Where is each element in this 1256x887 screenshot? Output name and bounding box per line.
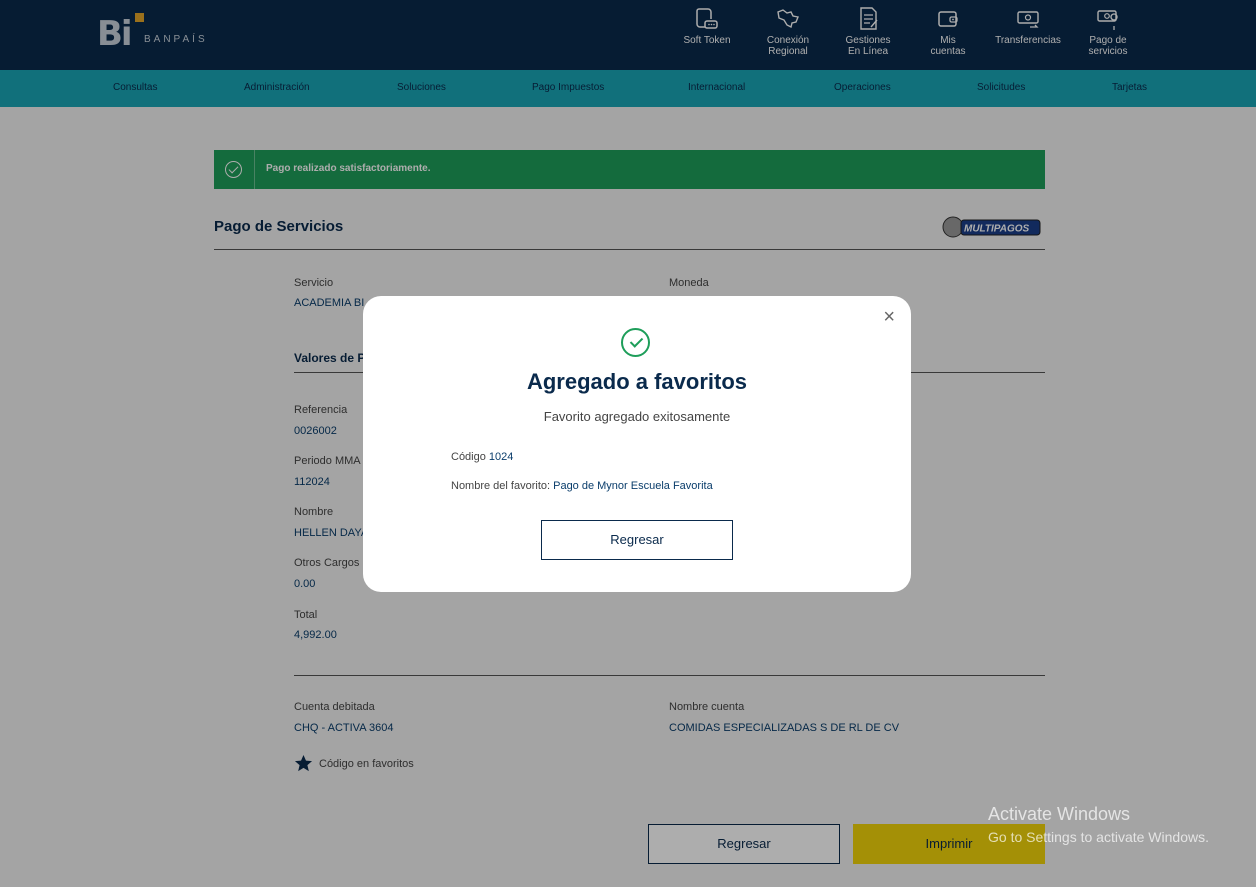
windows-activation-text: Go to Settings to activate Windows. [988, 829, 1209, 845]
codigo-row: Código 1024 [451, 451, 513, 463]
modal-back-button[interactable]: Regresar [541, 520, 733, 560]
nombre-favorito-label: Nombre del favorito: [451, 480, 551, 492]
check-circle-icon [621, 328, 650, 357]
codigo-value: 1024 [488, 451, 514, 463]
nombre-favorito-row: Nombre del favorito: Pago de Mynor Escue… [451, 480, 713, 492]
codigo-label: Código [451, 451, 486, 463]
modal-subtitle: Favorito agregado exitosamente [543, 409, 731, 424]
close-icon[interactable]: × [883, 306, 895, 329]
windows-activation-title: Activate Windows [988, 804, 1131, 824]
favorite-added-modal: × Agregado a favoritos Favorito agregado… [363, 296, 911, 592]
nombre-favorito-value: Pago de Mynor Escuela Favorita [553, 480, 713, 492]
modal-title: Agregado a favoritos [526, 369, 748, 394]
